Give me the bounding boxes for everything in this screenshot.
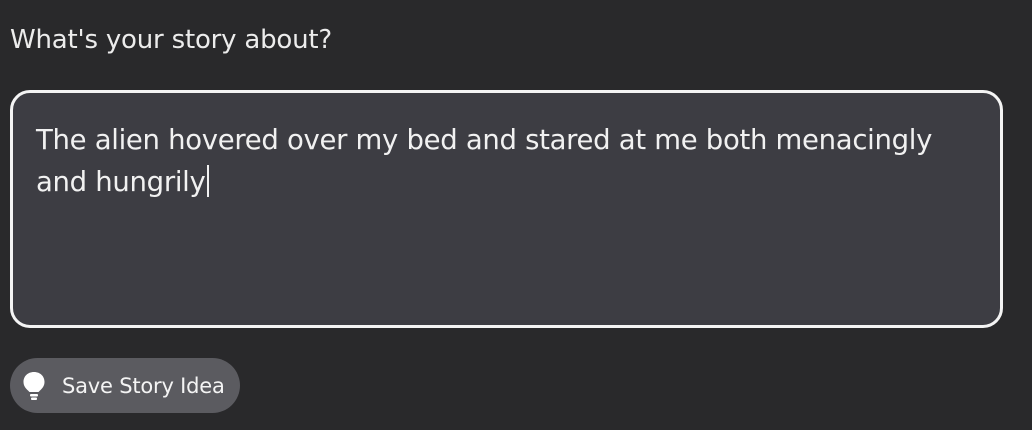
- story-text-value[interactable]: The alien hovered over my bed and stared…: [36, 119, 986, 203]
- lightbulb-icon: [22, 371, 46, 401]
- story-text-content: The alien hovered over my bed and stared…: [36, 124, 933, 198]
- save-button-label: Save Story Idea: [62, 373, 225, 398]
- text-caret: [207, 165, 210, 197]
- story-textarea[interactable]: The alien hovered over my bed and stared…: [10, 90, 1003, 328]
- story-prompt-label: What's your story about?: [10, 25, 333, 55]
- save-story-idea-button[interactable]: Save Story Idea: [10, 358, 240, 413]
